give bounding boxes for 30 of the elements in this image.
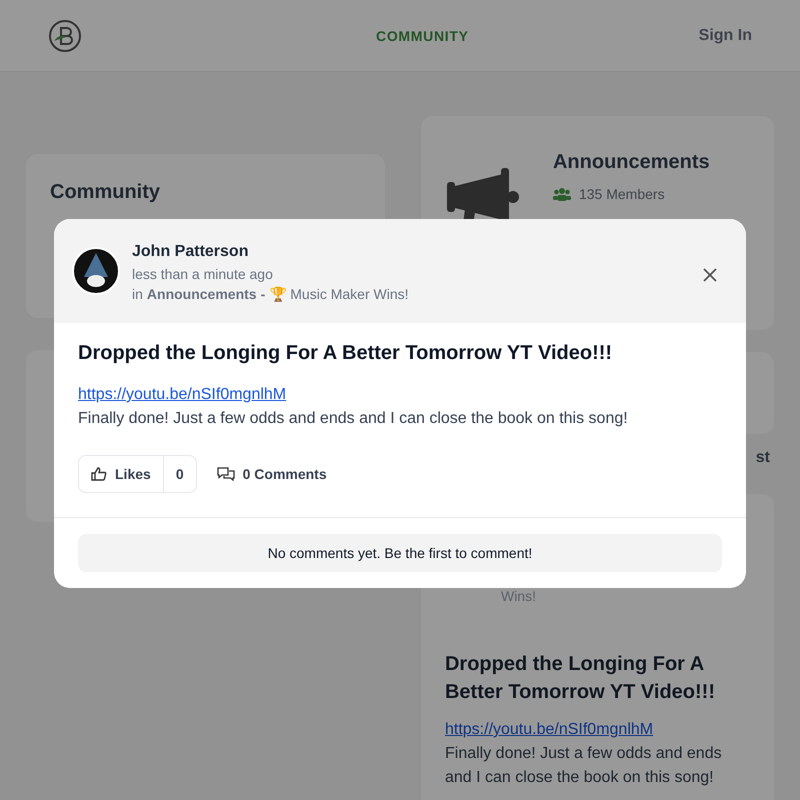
topic-link[interactable]: Music Maker Wins! (290, 284, 408, 304)
users-icon (552, 187, 571, 201)
logo-icon[interactable] (48, 18, 82, 52)
empty-comments-message: No comments yet. Be the first to comment! (78, 534, 722, 572)
post-time: less than a minute ago (132, 265, 274, 284)
sign-in-button[interactable]: Sign In (698, 24, 752, 48)
group-title: Announcements (552, 150, 710, 175)
comments-button[interactable]: 0 Comments (216, 464, 327, 484)
post-meta: Wins! (500, 587, 537, 606)
tab-label: st (756, 448, 770, 468)
dialog-post-body: Finally done! Just a few odds and ends and I can close the book on this song! (78, 409, 629, 429)
like-button[interactable]: Likes (79, 456, 164, 492)
separator: - (260, 285, 266, 304)
post-link[interactable]: https://youtu.be/nSIf0mgnlhM (444, 718, 750, 742)
post-body: Finally done! Just a few odds and ends and I can close the book on this song! (444, 744, 723, 788)
card-title: Community (50, 180, 161, 205)
author-name[interactable]: John Patterson (132, 240, 686, 264)
close-icon (702, 267, 718, 283)
comments-icon (216, 467, 235, 481)
in-label: in (132, 285, 143, 304)
trophy-icon: 🏆 (269, 284, 286, 304)
thumbs-up-icon (91, 467, 107, 481)
dialog-post-link[interactable]: https://youtu.be/nSIf0mgnlhM (78, 383, 722, 407)
group-link[interactable]: Announcements (146, 284, 257, 304)
member-count: 135 Members (578, 185, 665, 204)
community-nav-link[interactable]: COMMUNITY (376, 26, 469, 46)
likes-count: 0 (174, 465, 185, 484)
dialog-post-title: Dropped the Longing For A Better Tomorrow YT Video!!! (78, 341, 614, 366)
post-title: Dropped the Longing For A Better Tomorrow YT Video!!! (444, 652, 716, 705)
avatar-icon (72, 247, 120, 295)
